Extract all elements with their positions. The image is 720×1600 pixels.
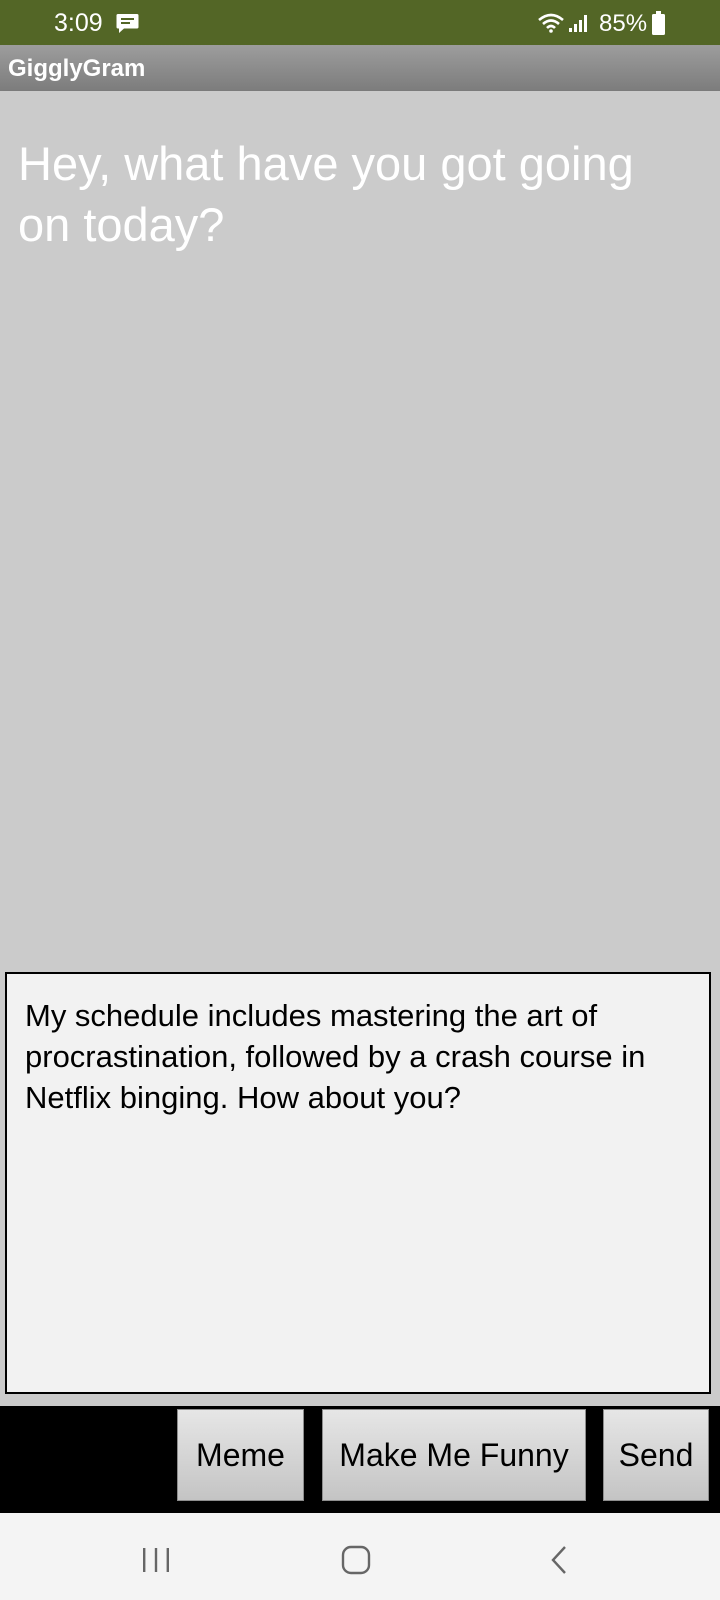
send-button[interactable]: Send — [603, 1409, 709, 1501]
status-bar: 3:09 85% — [0, 0, 720, 45]
prompt-text: Hey, what have you got going on today? — [18, 137, 634, 251]
home-icon[interactable] — [340, 1544, 372, 1576]
wifi-icon — [538, 13, 564, 33]
make-me-funny-button[interactable]: Make Me Funny — [322, 1409, 586, 1501]
battery-percentage: 85% — [599, 10, 648, 37]
status-time: 3:09 — [54, 9, 103, 37]
meme-button[interactable]: Meme — [177, 1409, 304, 1501]
signal-icon — [569, 15, 587, 32]
prompt-panel: Hey, what have you got going on today? — [0, 91, 720, 278]
app-title: GigglyGram — [8, 55, 146, 82]
reply-textbox[interactable]: My schedule includes mastering the art o… — [5, 972, 711, 1394]
back-icon[interactable] — [549, 1544, 569, 1576]
battery-icon — [652, 11, 665, 35]
content-area — [0, 278, 720, 970]
message-icon — [116, 14, 139, 33]
recents-icon[interactable] — [141, 1546, 171, 1574]
app-bar: GigglyGram — [0, 45, 720, 91]
